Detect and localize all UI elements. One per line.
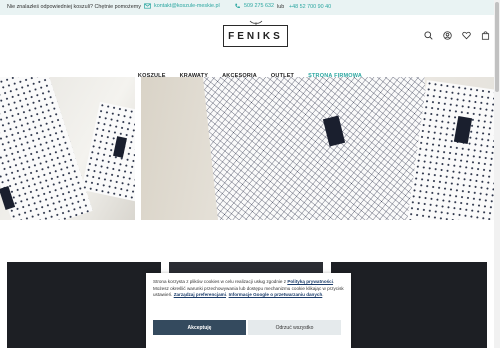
wishlist-heart-icon[interactable] xyxy=(462,31,471,40)
cookie-text: Strona korzysta z plików cookies w celu … xyxy=(153,279,344,299)
mail-icon xyxy=(144,3,151,9)
help-text: Nie znalazłeś odpowiedniej koszuli? Chęt… xyxy=(7,4,141,10)
reject-cookies-button[interactable]: Odrzuć wszystko xyxy=(248,320,341,335)
account-icon[interactable] xyxy=(443,31,452,40)
accept-cookies-button[interactable]: Akceptuję xyxy=(153,320,246,335)
manage-preferences-link[interactable]: Zarządzaj preferencjami xyxy=(174,292,226,297)
product-card-1[interactable] xyxy=(7,262,161,348)
phone1-text: 509 275 632 xyxy=(244,3,274,9)
cookie-consent-dialog: Strona korzysta z plików cookies w celu … xyxy=(146,273,351,348)
hero-banner[interactable] xyxy=(0,77,494,220)
cookie-text-1: Strona korzysta z plików cookies w celu … xyxy=(153,279,288,284)
hero-image-main xyxy=(141,77,494,220)
scrollbar-thumb[interactable] xyxy=(495,2,499,92)
top-info-bar: Nie znalazłeś odpowiedniej koszuli? Chęt… xyxy=(0,0,500,15)
google-info-link[interactable]: Informacje Google o przetwarzaniu danych xyxy=(229,292,323,297)
or-text: lub xyxy=(277,4,285,10)
privacy-policy-link[interactable]: Polityką prywatności xyxy=(287,279,333,284)
email-text: kontakt@koszule-meskie.pl xyxy=(154,3,220,9)
site-logo[interactable]: FENIKS xyxy=(223,25,288,47)
cart-bag-icon[interactable] xyxy=(481,31,490,40)
cookie-text-4: . xyxy=(322,292,324,298)
cookie-buttons: Akceptuję Odrzuć wszystko xyxy=(153,320,341,335)
phone-link-1[interactable]: 509 275 632 xyxy=(234,3,274,9)
site-header: FENIKS KOSZULE KRAWATY AKCESORIA OUTLET … xyxy=(0,15,500,79)
email-link[interactable]: kontakt@koszule-meskie.pl xyxy=(144,3,220,9)
product-card-3[interactable] xyxy=(331,262,487,348)
search-icon[interactable] xyxy=(424,31,433,40)
phone-link-2[interactable]: +48 52 700 90 40 xyxy=(289,4,331,10)
header-actions xyxy=(424,31,490,40)
phone-icon xyxy=(235,3,240,8)
hero-image-left xyxy=(0,77,135,220)
page-scrollbar[interactable] xyxy=(494,0,500,348)
